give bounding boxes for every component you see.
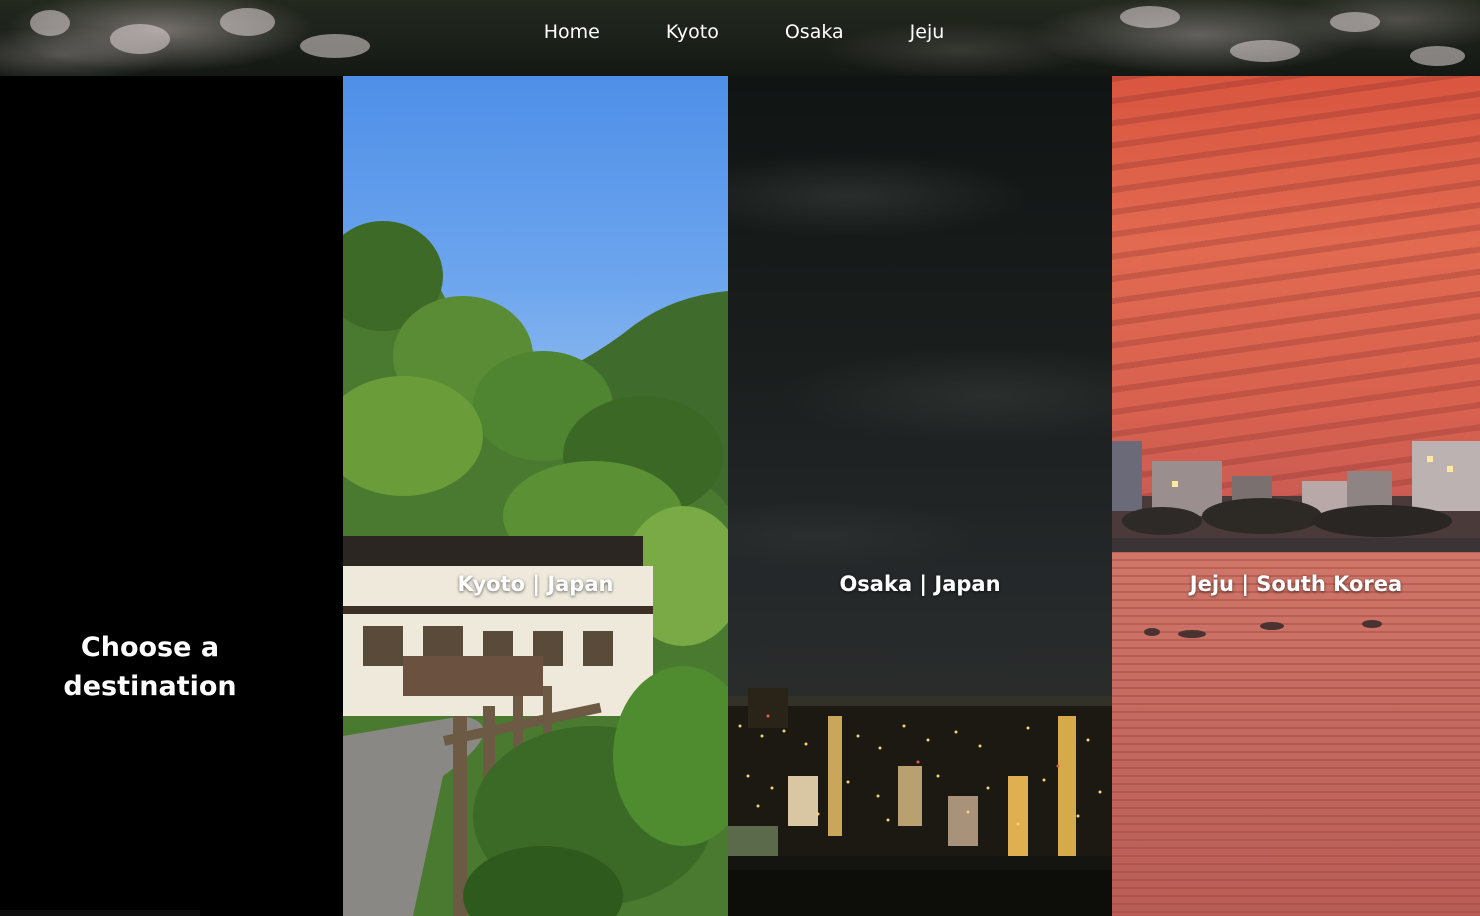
kyoto-forest-image — [343, 76, 728, 916]
destination-card-osaka[interactable]: Osaka | Japan — [728, 76, 1112, 916]
intro-panel: Choose a destination — [0, 76, 343, 916]
intro-title: Choose a destination — [63, 632, 237, 702]
destination-card-jeju[interactable]: Jeju | South Korea — [1112, 76, 1480, 916]
nav-link-kyoto[interactable]: Kyoto — [666, 21, 719, 43]
scroll-indicator — [0, 910, 200, 916]
destination-card-kyoto[interactable]: Kyoto | Japan — [343, 76, 728, 916]
destination-label-osaka: Osaka | Japan — [839, 572, 1001, 596]
destination-label-jeju: Jeju | South Korea — [1189, 572, 1403, 596]
nav-link-home[interactable]: Home — [544, 21, 600, 43]
nav-link-jeju[interactable]: Jeju — [910, 21, 945, 43]
destination-label-kyoto: Kyoto | Japan — [457, 572, 614, 596]
top-navigation-bar: Home Kyoto Osaka Jeju — [0, 0, 1480, 76]
nav-link-osaka[interactable]: Osaka — [785, 21, 844, 43]
nav-links: Home Kyoto Osaka Jeju — [0, 0, 1480, 64]
